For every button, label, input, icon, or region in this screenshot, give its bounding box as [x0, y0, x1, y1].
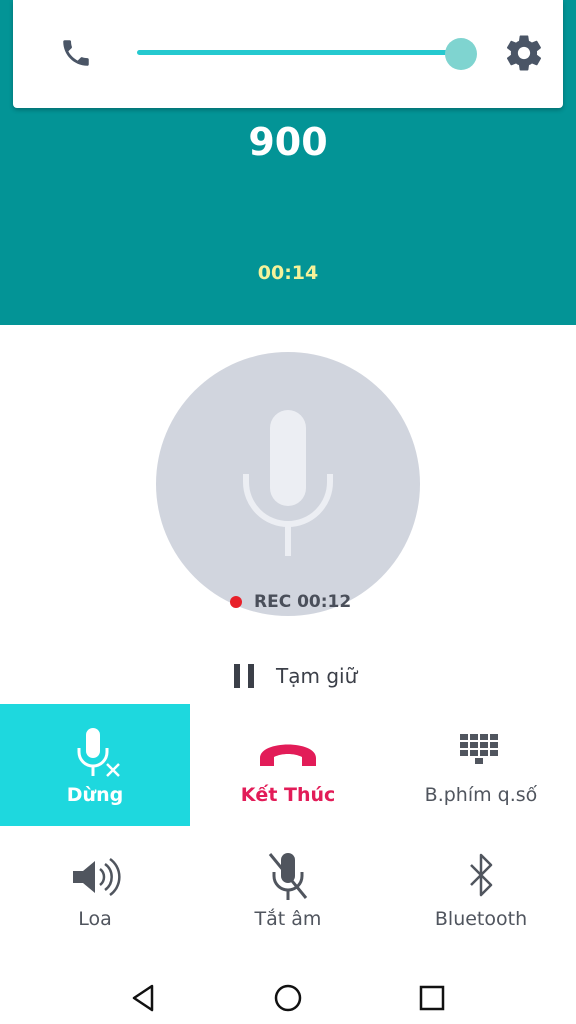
caller-number: 900	[248, 120, 328, 164]
mute-button[interactable]: Tắt âm	[193, 828, 383, 950]
mute-label: Tắt âm	[254, 908, 322, 930]
hold-button[interactable]: Tạm giữ	[234, 660, 357, 692]
home-icon[interactable]	[268, 978, 308, 1018]
dialpad-label: B.phím q.số	[424, 784, 538, 806]
recents-icon[interactable]	[412, 978, 452, 1018]
hold-label: Tạm giữ	[276, 664, 358, 688]
end-call-label: Kết Thúc	[240, 784, 336, 806]
recording-label: REC 00:12	[254, 592, 352, 612]
microphone-icon	[243, 410, 333, 556]
bluetooth-icon	[470, 853, 493, 897]
phone-icon[interactable]	[59, 36, 93, 70]
back-icon[interactable]	[124, 978, 164, 1018]
microphone-stop-icon	[77, 728, 120, 777]
stop-recording-label: Dừng	[66, 784, 124, 806]
volume-card	[13, 0, 563, 108]
end-call-button[interactable]: Kết Thúc	[193, 704, 383, 826]
recording-dot	[230, 596, 242, 608]
dialpad-button[interactable]: B.phím q.số	[386, 704, 576, 826]
stop-recording-button[interactable]: Dừng	[0, 704, 190, 826]
call-timer: 00:14	[257, 262, 319, 284]
speaker-icon	[73, 857, 121, 897]
navigation-bar	[0, 960, 576, 1024]
bluetooth-label: Bluetooth	[434, 908, 528, 930]
gear-icon[interactable]	[503, 32, 545, 74]
dialpad-icon	[460, 734, 498, 764]
speaker-button[interactable]: Loa	[0, 828, 190, 950]
recording-status: REC 00:12	[230, 590, 351, 614]
volume-slider-track[interactable]	[137, 50, 457, 55]
pause-icon	[234, 664, 254, 688]
call-header: 900 00:14	[0, 0, 576, 325]
volume-slider-thumb[interactable]	[445, 38, 477, 70]
bluetooth-button[interactable]: Bluetooth	[386, 828, 576, 950]
mute-icon	[268, 853, 308, 900]
end-call-icon	[260, 744, 316, 766]
speaker-label: Loa	[78, 908, 112, 930]
